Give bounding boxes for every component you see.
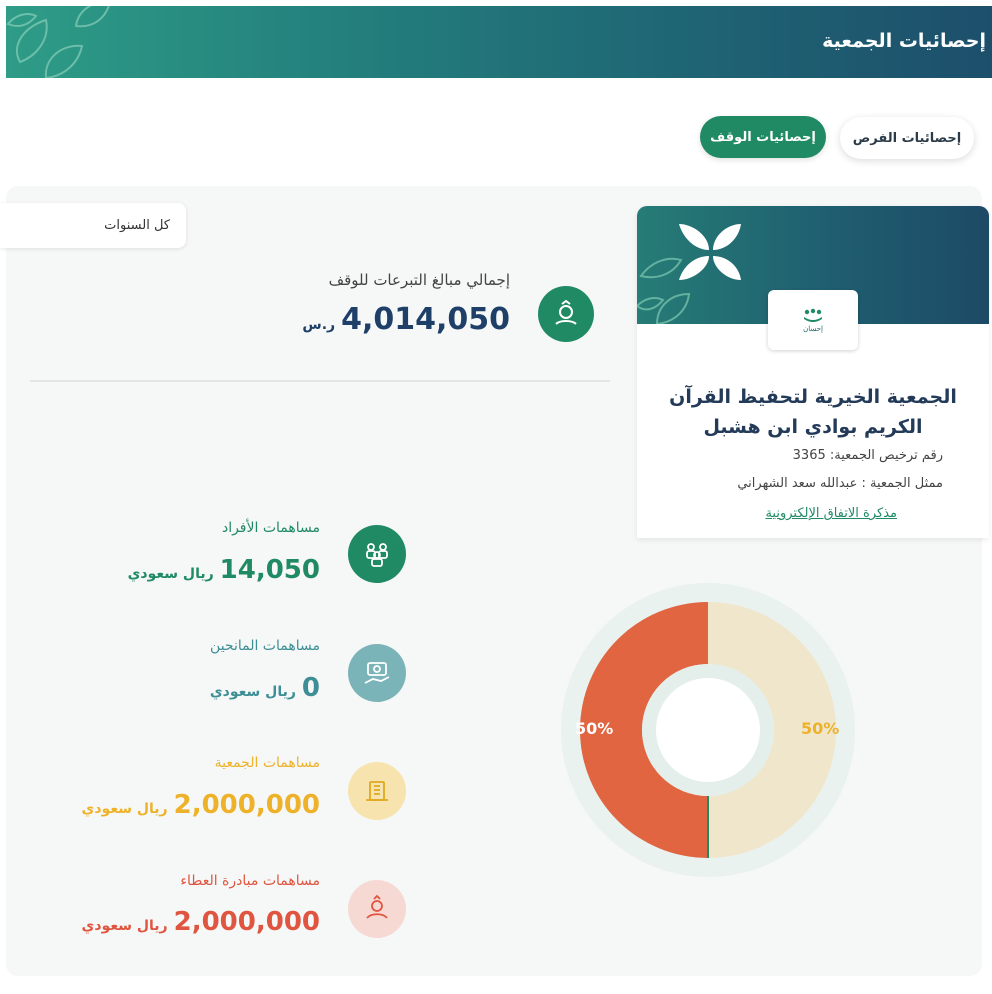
logo-caption: إحسان bbox=[803, 325, 823, 333]
association-card: إحسان الجمعية الخيرية لتحفيظ القرآن الكر… bbox=[637, 206, 989, 538]
header-bar: إحصائيات الجمعية bbox=[6, 6, 992, 78]
association-contribution-label: مساهمات الجمعية bbox=[214, 755, 320, 771]
giving-initiative-contribution-value: 2,000,000 ريال سعودي bbox=[20, 907, 320, 937]
total-donations-label: إجمالي مبالغ التبرعات للوقف bbox=[328, 271, 510, 289]
leaf-pattern-decoration bbox=[6, 6, 110, 78]
total-donations-currency: ر.س bbox=[302, 317, 336, 333]
donors-contribution-amount: 0 bbox=[301, 673, 320, 703]
association-name: الجمعية الخيرية لتحفيظ القرآن الكريم بوا… bbox=[669, 386, 957, 438]
section-divider bbox=[30, 380, 610, 382]
donut-slice-label-0: 50% bbox=[801, 719, 840, 738]
association-contribution-currency: ريال سعودي bbox=[81, 801, 168, 817]
association-representative: ممثل الجمعية : عبدالله سعد الشهراني bbox=[737, 476, 943, 491]
donors-contribution-currency: ريال سعودي bbox=[209, 684, 296, 700]
association-license: رقم ترخيص الجمعية: 3365 bbox=[792, 448, 943, 463]
year-filter-label: كل السنوات bbox=[104, 218, 170, 233]
tab-waqf-stats[interactable]: إحصائيات الوقف bbox=[700, 116, 826, 158]
individuals-contribution-currency: ريال سعودي bbox=[127, 566, 214, 582]
association-logo: إحسان bbox=[768, 290, 858, 350]
giving-initiative-contribution-label: مساهمات مبادرة العطاء bbox=[180, 873, 320, 889]
association-contribution-value: 2,000,000 ريال سعودي bbox=[20, 790, 320, 820]
donation-coin-icon bbox=[538, 286, 594, 342]
donors-contribution-value: 0 ريال سعودي bbox=[20, 673, 320, 703]
building-icon bbox=[348, 762, 406, 820]
ihsan-logo-icon bbox=[804, 308, 822, 322]
year-filter-select[interactable]: كل السنوات bbox=[0, 203, 186, 248]
total-donations-amount: 4,014,050 bbox=[341, 302, 510, 337]
total-donations-value: 4,014,050 ر.س bbox=[230, 302, 510, 337]
individuals-contribution-label: مساهمات الأفراد bbox=[221, 520, 320, 536]
giving-hand-icon bbox=[348, 880, 406, 938]
page-title: إحصائيات الجمعية bbox=[822, 30, 986, 52]
individuals-contribution-amount: 14,050 bbox=[219, 555, 320, 585]
donut-slice-label-1: 50% bbox=[575, 719, 614, 738]
people-icon bbox=[348, 525, 406, 583]
individuals-contribution-value: 14,050 ريال سعودي bbox=[20, 555, 320, 585]
tab-opportunities-stats[interactable]: إحصائيات الفرص bbox=[840, 117, 974, 159]
giving-initiative-contribution-currency: ريال سعودي bbox=[81, 918, 168, 934]
donut-center bbox=[656, 678, 760, 782]
agreement-document-link[interactable]: مذكرة الاتفاق الإلكترونية bbox=[647, 506, 897, 521]
donors-contribution-label: مساهمات المانحين bbox=[210, 638, 320, 654]
donor-icon bbox=[348, 644, 406, 702]
giving-initiative-contribution-amount: 2,000,000 bbox=[173, 907, 320, 937]
association-contribution-amount: 2,000,000 bbox=[173, 790, 320, 820]
